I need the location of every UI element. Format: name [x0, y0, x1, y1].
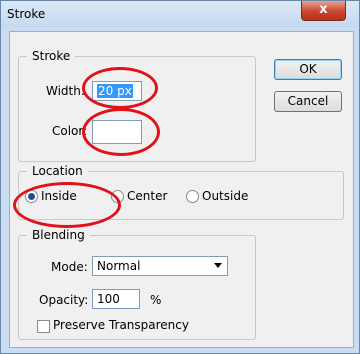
radio-outside-label[interactable]: Outside	[202, 189, 248, 203]
blending-group-legend: Blending	[27, 228, 90, 242]
stroke-dialog: Stroke x Stroke Width: 20 px Color: OK C…	[0, 0, 360, 354]
opacity-label: Opacity:	[39, 293, 89, 307]
title-bar[interactable]: Stroke x	[1, 1, 359, 27]
radio-center-label[interactable]: Center	[127, 189, 167, 203]
radio-outside[interactable]	[186, 190, 199, 203]
preserve-transparency-checkbox[interactable]	[37, 320, 50, 333]
opacity-value: 100	[97, 292, 120, 306]
preserve-transparency-label[interactable]: Preserve Transparency	[53, 318, 189, 332]
stroke-group-legend: Stroke	[27, 49, 76, 63]
width-label: Width:	[46, 84, 85, 98]
mode-select[interactable]: Normal	[92, 256, 228, 276]
blending-group: Blending Mode: Normal Opacity: 100 % Pre…	[18, 228, 256, 340]
close-icon: x	[319, 2, 328, 17]
mode-label: Mode:	[51, 260, 88, 274]
highlight-color-ellipse	[82, 108, 160, 156]
dialog-body: Stroke Width: 20 px Color: OK Cancel Loc…	[9, 31, 354, 348]
location-group-legend: Location	[27, 164, 88, 178]
ok-button[interactable]: OK	[274, 59, 342, 80]
close-button[interactable]: x	[301, 1, 346, 21]
window-title: Stroke	[7, 7, 46, 21]
mode-value: Normal	[97, 259, 141, 273]
cancel-button[interactable]: Cancel	[274, 91, 342, 112]
chevron-down-icon	[214, 263, 222, 268]
opacity-unit: %	[150, 293, 162, 307]
opacity-input[interactable]: 100	[92, 289, 140, 309]
highlight-width-ellipse	[82, 67, 158, 109]
highlight-inside-ellipse	[13, 182, 121, 228]
